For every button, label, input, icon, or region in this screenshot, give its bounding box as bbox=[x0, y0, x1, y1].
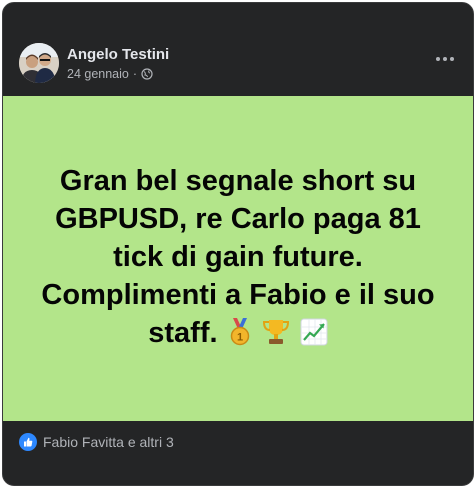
post-header: Angelo Testini 24 gennaio · bbox=[3, 3, 473, 96]
avatar[interactable] bbox=[19, 43, 59, 83]
like-icon bbox=[19, 433, 37, 451]
post-background: Gran bel segnale short su GBPUSD, re Car… bbox=[3, 96, 473, 421]
svg-text:1: 1 bbox=[237, 331, 243, 343]
date-separator: · bbox=[132, 67, 138, 81]
post-meta: 24 gennaio · bbox=[67, 67, 153, 81]
globe-icon bbox=[141, 68, 153, 80]
reactions-summary[interactable]: Fabio Favitta e altri 3 bbox=[19, 433, 174, 451]
reaction-text: Fabio Favitta e altri 3 bbox=[43, 434, 174, 450]
post-card: Angelo Testini 24 gennaio · Gran bel seg… bbox=[2, 2, 474, 486]
post-text-block: Gran bel segnale short su GBPUSD, re Car… bbox=[33, 162, 443, 356]
author-name[interactable]: Angelo Testini bbox=[67, 46, 169, 63]
chart-increasing-icon bbox=[300, 318, 328, 356]
more-options-icon[interactable] bbox=[433, 51, 457, 67]
post-footer: Fabio Favitta e altri 3 bbox=[3, 421, 473, 485]
post-date[interactable]: 24 gennaio bbox=[67, 67, 129, 81]
medal-icon: 1 bbox=[228, 317, 252, 356]
trophy-icon bbox=[262, 318, 290, 356]
